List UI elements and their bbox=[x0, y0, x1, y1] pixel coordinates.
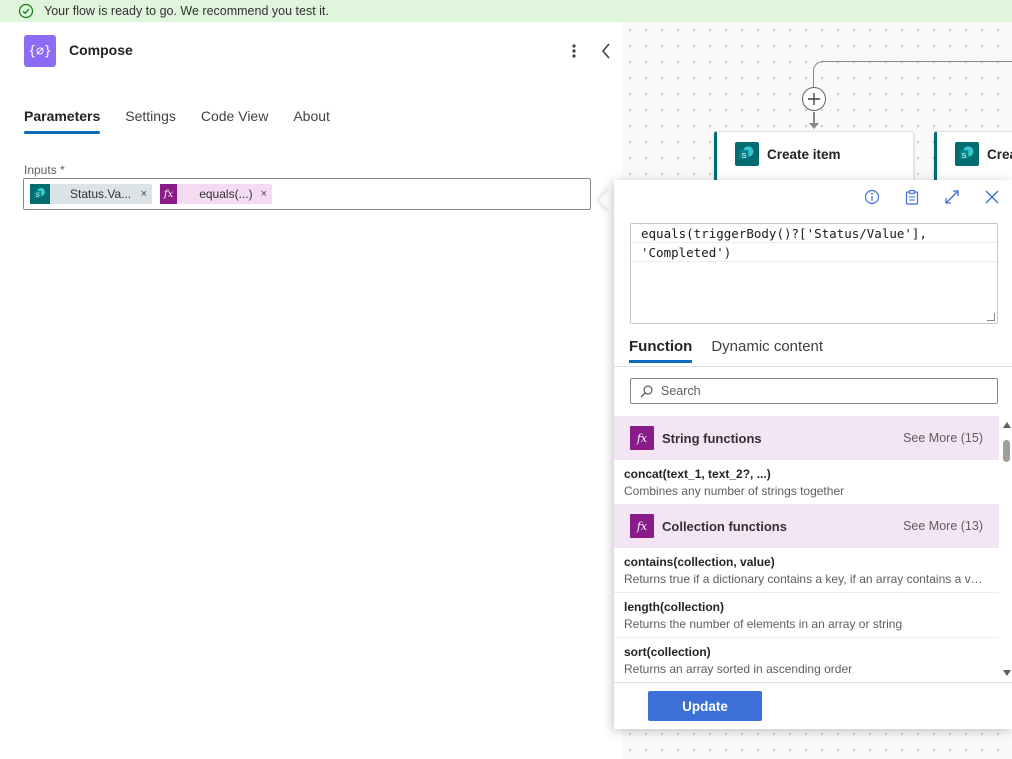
sharepoint-icon: S bbox=[30, 184, 50, 204]
see-more-link[interactable]: See More (13) bbox=[903, 519, 983, 533]
expand-button[interactable] bbox=[932, 186, 972, 208]
info-button[interactable] bbox=[852, 186, 892, 208]
more-vertical-icon bbox=[572, 44, 576, 58]
panel-tabs: Parameters Settings Code View About bbox=[24, 108, 355, 134]
expression-line: equals(triggerBody()?['Status/Value'], bbox=[631, 224, 997, 243]
svg-text:S: S bbox=[36, 193, 40, 199]
divider bbox=[614, 682, 1012, 683]
arrow-down-icon bbox=[809, 123, 819, 129]
dynamic-content-token[interactable]: S Status.Va... × bbox=[30, 184, 152, 204]
divider bbox=[614, 366, 1012, 367]
function-list: fx String functions See More (15) concat… bbox=[614, 416, 999, 680]
close-icon bbox=[985, 190, 999, 204]
remove-token-button[interactable]: × bbox=[141, 188, 152, 200]
info-icon bbox=[864, 189, 880, 205]
status-banner: Your flow is ready to go. We recommend y… bbox=[0, 0, 1012, 22]
panel-title: Compose bbox=[69, 42, 133, 58]
function-list-scrollbar[interactable] bbox=[1002, 422, 1012, 676]
category-header-collection[interactable]: fx Collection functions See More (13) bbox=[614, 504, 999, 548]
function-item[interactable]: length(collection) Returns the number of… bbox=[614, 593, 999, 638]
tab-dynamic-content[interactable]: Dynamic content bbox=[711, 338, 823, 363]
expression-tabs: Function Dynamic content bbox=[629, 338, 842, 363]
fx-icon: fx bbox=[630, 426, 654, 450]
collapse-panel-button[interactable] bbox=[596, 39, 616, 63]
token-label: equals(...) bbox=[199, 187, 253, 201]
action-details-panel: {⌀} Compose Parameters Settings Code Vie… bbox=[0, 22, 622, 759]
search-icon bbox=[640, 384, 653, 397]
update-button[interactable]: Update bbox=[648, 691, 762, 721]
search-input[interactable] bbox=[661, 384, 981, 398]
tab-parameters[interactable]: Parameters bbox=[24, 108, 101, 134]
fx-icon: fx bbox=[160, 184, 178, 204]
see-more-link[interactable]: See More (15) bbox=[903, 431, 983, 445]
sharepoint-icon: S bbox=[955, 142, 979, 166]
expand-icon bbox=[945, 190, 959, 204]
remove-token-button[interactable]: × bbox=[261, 188, 272, 200]
function-name: length(collection) bbox=[624, 600, 724, 614]
resize-handle[interactable] bbox=[987, 313, 995, 321]
more-options-button[interactable] bbox=[564, 39, 584, 63]
expression-line: 'Completed') bbox=[631, 243, 997, 262]
token-label: Status.Va... bbox=[70, 187, 132, 201]
insert-step-button[interactable] bbox=[802, 87, 826, 111]
function-item[interactable]: concat(text_1, text_2?, ...) Combines an… bbox=[614, 460, 999, 504]
inputs-label: Inputs * bbox=[24, 163, 65, 177]
action-card-title: Create item bbox=[987, 147, 1012, 162]
plus-icon bbox=[808, 93, 820, 105]
function-name: contains(collection, value) bbox=[624, 555, 775, 569]
expression-editor[interactable]: equals(triggerBody()?['Status/Value'], '… bbox=[630, 223, 998, 324]
clipboard-icon bbox=[905, 189, 919, 205]
check-circle-icon bbox=[18, 3, 34, 19]
function-description: Returns the number of elements in an arr… bbox=[624, 617, 903, 631]
expression-token[interactable]: fx equals(...) × bbox=[160, 184, 272, 204]
tab-function[interactable]: Function bbox=[629, 338, 693, 363]
close-button[interactable] bbox=[972, 186, 1012, 208]
scroll-down-icon[interactable] bbox=[1003, 670, 1011, 676]
category-header-string[interactable]: fx String functions See More (15) bbox=[614, 416, 999, 460]
branch-connector bbox=[813, 61, 1012, 101]
function-name: concat(text_1, text_2?, ...) bbox=[624, 467, 771, 481]
tab-code-view[interactable]: Code View bbox=[201, 108, 268, 134]
function-name: sort(collection) bbox=[624, 645, 711, 659]
category-name: String functions bbox=[662, 430, 762, 446]
fx-icon: fx bbox=[630, 514, 654, 538]
function-item[interactable]: sort(collection) Returns an array sorted… bbox=[614, 638, 999, 680]
function-item[interactable]: contains(collection, value) Returns true… bbox=[614, 548, 999, 593]
function-description: Returns true if a dictionary contains a … bbox=[624, 572, 986, 586]
scroll-up-icon[interactable] bbox=[1003, 422, 1011, 428]
sharepoint-icon: S bbox=[735, 142, 759, 166]
svg-text:S: S bbox=[741, 151, 746, 160]
banner-message: Your flow is ready to go. We recommend y… bbox=[44, 4, 329, 18]
scrollbar-thumb[interactable] bbox=[1003, 440, 1010, 462]
inputs-field[interactable]: S Status.Va... × fx equals(...) × bbox=[23, 178, 591, 210]
expression-editor-popup: equals(triggerBody()?['Status/Value'], '… bbox=[614, 180, 1012, 729]
svg-text:S: S bbox=[961, 151, 966, 160]
category-name: Collection functions bbox=[662, 518, 787, 534]
chevron-left-icon bbox=[601, 43, 610, 59]
compose-icon: {⌀} bbox=[24, 35, 56, 67]
function-description: Combines any number of strings together bbox=[624, 484, 845, 498]
function-search[interactable] bbox=[630, 378, 998, 404]
tab-settings[interactable]: Settings bbox=[125, 108, 176, 134]
function-description: Returns an array sorted in ascending ord… bbox=[624, 662, 853, 676]
action-card-title: Create item bbox=[767, 147, 841, 162]
popup-toolbar bbox=[852, 186, 1012, 208]
tab-about[interactable]: About bbox=[293, 108, 330, 134]
paste-button[interactable] bbox=[892, 186, 932, 208]
